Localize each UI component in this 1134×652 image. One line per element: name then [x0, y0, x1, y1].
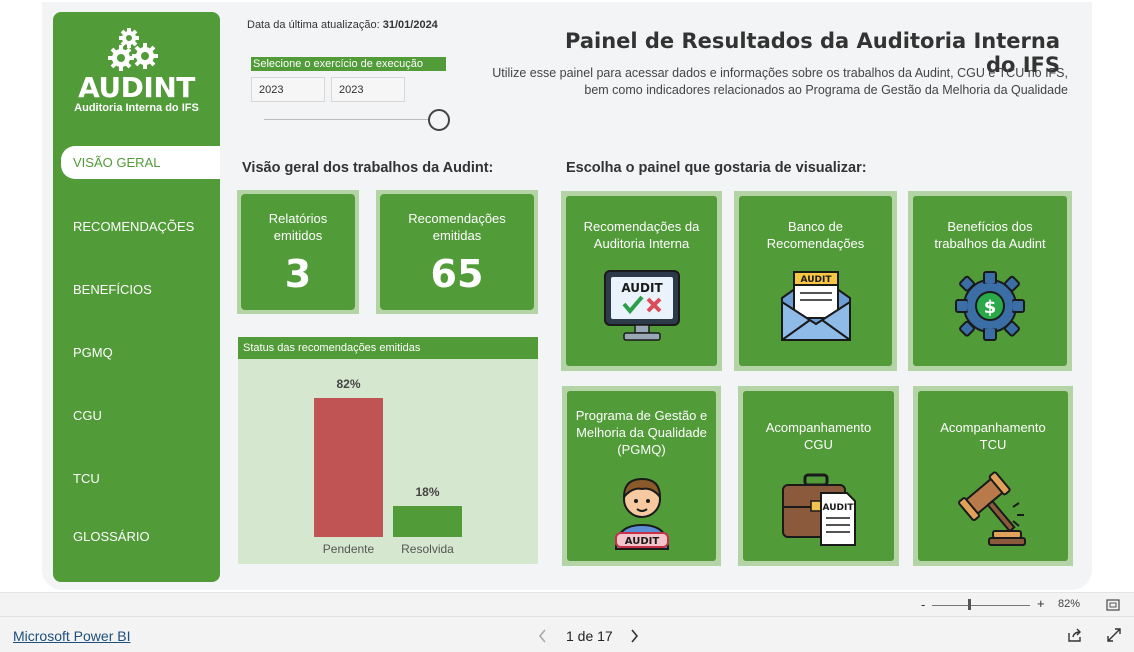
panels-title: Escolha o painel que gostaria de visuali…	[566, 160, 867, 176]
tile-title-line-2: TCU	[979, 437, 1007, 452]
category-label-resolvida: Resolvida	[401, 542, 454, 556]
last-update-label: Data da última atualização:	[247, 19, 380, 31]
svg-text:AUDIT: AUDIT	[621, 281, 663, 295]
last-update: Data da última atualização: 31/01/2024	[247, 19, 438, 31]
kpi-card-relatorios: Relatórios emitidos 3	[237, 190, 359, 314]
tile-button[interactable]: Programa de Gestão e Melhoria da Qualida…	[567, 391, 716, 561]
tile-tcu[interactable]: Acompanhamento TCU	[913, 386, 1073, 566]
subtitle-line-2: bem como indicadores relacionados ao Pro…	[584, 83, 1068, 97]
tile-recomendacoes[interactable]: Recomendações da Auditoria Interna AUDIT	[561, 191, 722, 371]
data-label-resolvida: 18%	[415, 485, 440, 499]
year-to-input[interactable]: 2023	[331, 77, 405, 102]
tile-title-line-1: Banco de	[788, 219, 843, 234]
tile-title-line-1: Recomendações da	[583, 219, 700, 234]
chart-title: Status das recomendações emitidas	[238, 337, 538, 359]
sidebar: AUDINT Auditoria Interna do IFS RECOMEND…	[53, 12, 220, 582]
data-label-pendente: 82%	[336, 377, 361, 391]
nav-recomendacoes[interactable]: RECOMENDAÇÕES	[73, 219, 194, 234]
svg-text:$: $	[984, 297, 997, 318]
tile-title-line-1: Acompanhamento	[940, 420, 1046, 435]
kpi-label-line-2: emitidas	[432, 228, 482, 243]
status-chart: 82% 18% Pendente Resolvida	[238, 359, 538, 564]
nav-tcu[interactable]: TCU	[73, 471, 100, 486]
tile-title-line-2: Melhoria da Qualidade	[576, 425, 707, 440]
tile-title-line-2: Recomendações	[766, 236, 865, 251]
zoom-out-button[interactable]: -	[921, 597, 925, 612]
category-label-pendente: Pendente	[322, 542, 375, 556]
nav-visao-geral[interactable]: VISÃO GERAL	[61, 146, 220, 179]
svg-text:AUDIT: AUDIT	[822, 503, 854, 513]
tile-beneficios[interactable]: Benefícios dos trabalhos da Audint $	[908, 191, 1072, 371]
tile-title-line-2: CGU	[804, 437, 833, 452]
chevron-right-icon[interactable]	[629, 629, 639, 643]
zoom-in-button[interactable]: +	[1037, 596, 1045, 611]
kpi-label-line-1: Relatórios	[268, 211, 328, 226]
svg-text:AUDIT: AUDIT	[624, 536, 659, 547]
year-slicer-title: Selecione o exercício de execução	[251, 57, 446, 71]
overview-title: Visão geral dos trabalhos da Audint:	[242, 160, 494, 176]
nav-glossario[interactable]: GLOSSÁRIO	[73, 529, 150, 544]
year-from-input[interactable]: 2023	[251, 77, 325, 102]
audit-envelope-icon: AUDIT	[780, 271, 851, 341]
tile-title-line-1: Programa de Gestão e	[575, 408, 708, 423]
gavel-icon	[958, 471, 1026, 546]
page-subtitle: Utilize esse painel para acessar dados e…	[440, 65, 1068, 99]
tile-title-line-1: Benefícios dos	[947, 219, 1033, 234]
chevron-left-icon[interactable]	[538, 629, 548, 643]
subtitle-line-1: Utilize esse painel para acessar dados e…	[492, 66, 1068, 80]
logo-subtitle: Auditoria Interna do IFS	[74, 102, 199, 114]
last-update-date: 31/01/2024	[382, 19, 438, 31]
report-canvas: AUDINT Auditoria Interna do IFS RECOMEND…	[0, 0, 1134, 592]
year-slider-handle[interactable]	[428, 109, 450, 131]
nav-cgu[interactable]: CGU	[73, 408, 102, 423]
kpi-label-line-2: emitidos	[273, 228, 323, 243]
zoom-level: 82%	[1058, 598, 1081, 610]
zoom-slider-handle[interactable]	[968, 599, 971, 610]
tile-title-line-1: Acompanhamento	[765, 420, 872, 435]
kpi-card-recomendacoes: Recomendações emitidas 65	[376, 190, 538, 314]
kpi-label-line-1: Recomendações	[408, 211, 506, 226]
fit-to-page-icon[interactable]	[1106, 599, 1120, 611]
gears-icon	[107, 28, 158, 71]
audint-logo: AUDINT Auditoria Interna do IFS	[53, 26, 220, 136]
audit-briefcase-icon: AUDIT	[781, 473, 856, 546]
fullscreen-icon[interactable]	[1107, 628, 1121, 642]
kpi-value: 3	[284, 252, 312, 296]
dollar-gear-icon: $	[955, 271, 1025, 341]
tile-cgu[interactable]: Acompanhamento CGU AUDIT	[738, 386, 899, 566]
bar-resolvida[interactable]	[393, 506, 462, 537]
kpi-value: 65	[430, 252, 484, 296]
auditor-person-icon: AUDIT	[614, 477, 669, 550]
tile-button[interactable]: Benefícios dos trabalhos da Audint $	[913, 196, 1067, 366]
tile-button[interactable]: Acompanhamento TCU	[918, 391, 1068, 561]
nav-pgmq[interactable]: PGMQ	[73, 345, 113, 360]
zoom-slider[interactable]	[932, 605, 1030, 606]
tile-button[interactable]: Banco de Recomendações AUDIT	[739, 196, 892, 366]
page-indicator: 1 de 17	[566, 628, 613, 644]
bar-pendente[interactable]	[314, 398, 383, 537]
zoom-bar: - + 82%	[0, 592, 1134, 616]
powerbi-footer: Microsoft Power BI 1 de 17	[0, 616, 1134, 652]
tile-title-line-2: Auditoria Interna	[593, 236, 690, 251]
tile-button[interactable]: Acompanhamento CGU AUDIT	[743, 391, 894, 561]
tile-title-line-2: trabalhos da Audint	[934, 236, 1046, 251]
svg-text:AUDIT: AUDIT	[800, 275, 832, 285]
tile-button[interactable]: Recomendações da Auditoria Interna AUDIT	[566, 196, 717, 366]
powerbi-link[interactable]: Microsoft Power BI	[13, 628, 130, 644]
tile-pgmq[interactable]: Programa de Gestão e Melhoria da Qualida…	[562, 386, 721, 566]
tile-title-line-3: (PGMQ)	[617, 442, 666, 457]
tile-banco-recomendacoes[interactable]: Banco de Recomendações AUDIT	[734, 191, 897, 371]
year-slider-track[interactable]	[264, 119, 434, 120]
nav-beneficios[interactable]: BENEFÍCIOS	[73, 282, 152, 297]
audit-monitor-icon: AUDIT	[603, 270, 680, 341]
share-icon[interactable]	[1067, 628, 1083, 642]
logo-text: AUDINT	[78, 71, 195, 104]
